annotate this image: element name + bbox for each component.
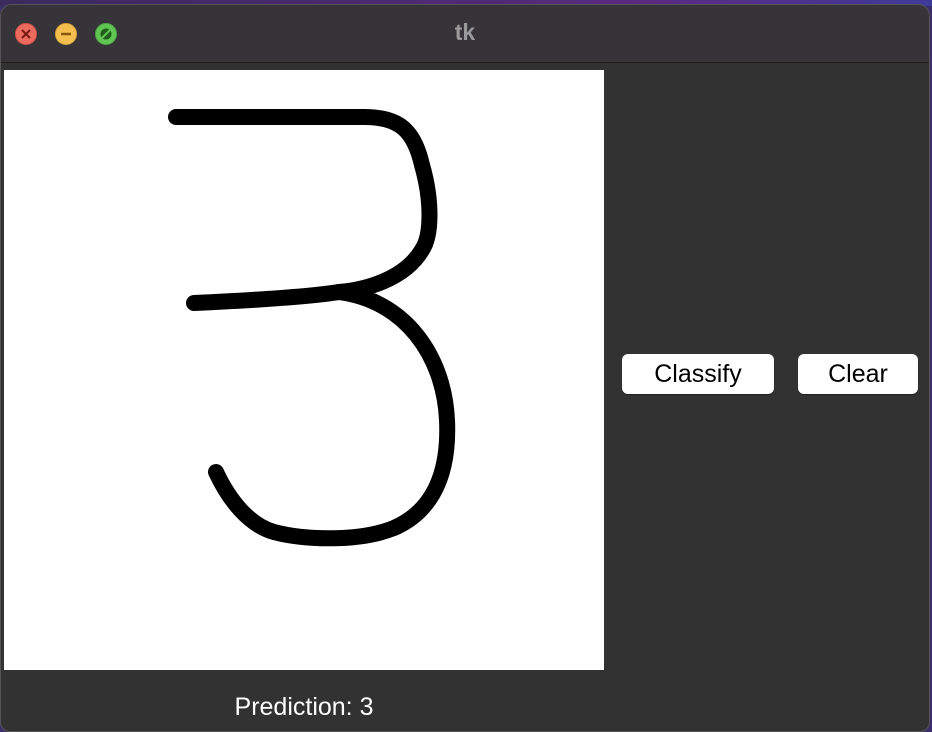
classify-button[interactable]: Classify <box>622 354 774 394</box>
app-window: tk Classify Clear Prediction: 3 <box>0 4 930 732</box>
title-bar[interactable]: tk <box>1 5 929 63</box>
handwritten-digit-stroke <box>168 109 456 547</box>
prediction-label: Prediction: 3 <box>234 693 374 721</box>
window-title: tk <box>454 19 476 45</box>
drawing-canvas[interactable] <box>4 70 604 670</box>
clear-button[interactable]: Clear <box>798 354 918 394</box>
